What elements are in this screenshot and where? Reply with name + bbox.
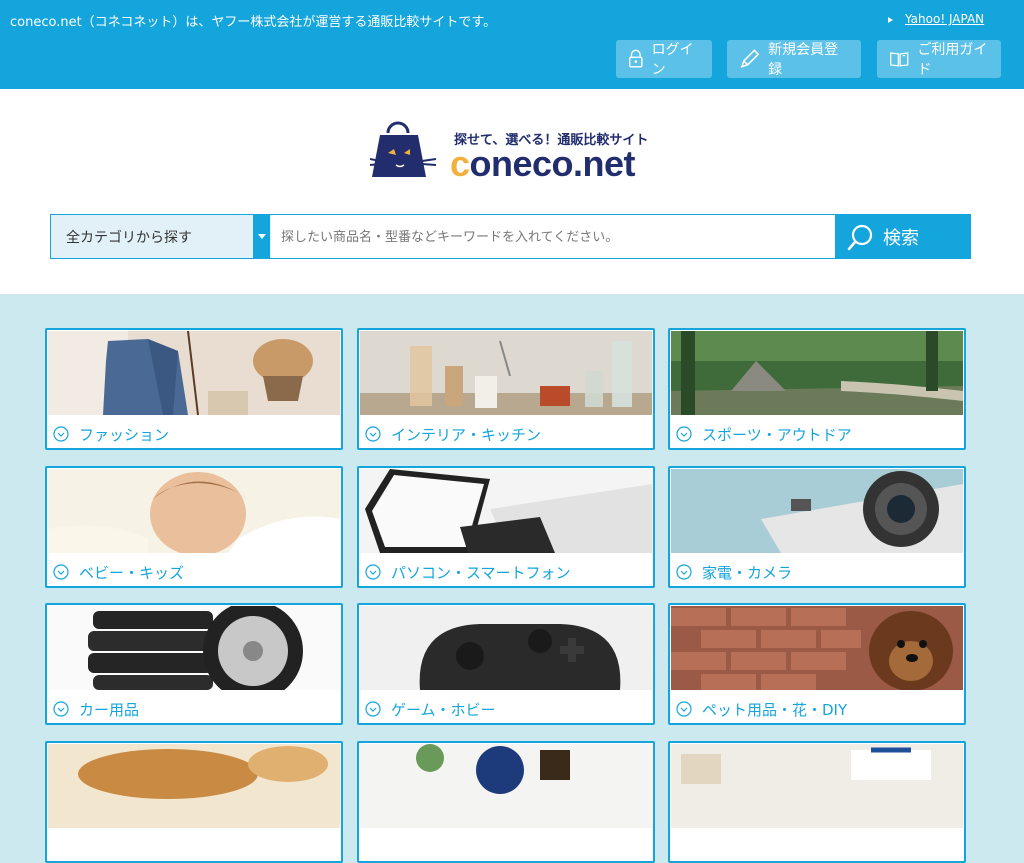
yahoo-japan-link[interactable]: Yahoo! JAPAN (905, 12, 984, 26)
computer-photo (360, 469, 652, 553)
search-button[interactable]: 検索 (835, 215, 970, 258)
category-card-baby[interactable]: ベビー・キッズ (45, 466, 343, 588)
category-card-food[interactable] (45, 741, 343, 863)
triangle-right-icon (888, 17, 893, 23)
category-select-value: 全カテゴリから探す (66, 229, 192, 246)
logo-wordmark: coneco.net (450, 143, 636, 185)
gift-photo (671, 744, 963, 828)
guide-button[interactable]: ご利用ガイド (877, 40, 1001, 78)
chevron-circle-icon (676, 426, 692, 442)
chevron-circle-icon (365, 701, 381, 717)
chevron-circle-icon (53, 426, 69, 442)
logo-wordmark-rest: oneco.net (469, 143, 636, 184)
category-label: ゲーム・ホビー (365, 697, 496, 721)
login-button[interactable]: ログイン (616, 40, 712, 78)
category-card-pet[interactable]: ペット用品・花・DIY (668, 603, 966, 725)
pencil-icon (740, 49, 760, 68)
cat-bag-icon (370, 121, 437, 177)
guide-label: ご利用ガイド (917, 42, 988, 78)
category-label: ファッション (53, 422, 169, 446)
register-label: 新規会員登録 (768, 42, 839, 78)
logo-wordmark-c: c (450, 143, 470, 184)
coneco-logo[interactable]: 探せて、選べる！通販比較サイト coneco.net (370, 117, 650, 185)
category-label-text: スポーツ・アウトドア (702, 425, 852, 444)
chevron-circle-icon (676, 564, 692, 580)
top-bar: coneco.net（コネコネット）は、ヤフー株式会社が運営する通販比較サイトで… (0, 0, 1024, 89)
chevron-circle-icon (676, 701, 692, 717)
category-card-beauty[interactable] (357, 741, 655, 863)
category-label-text: ペット用品・花・DIY (702, 700, 848, 719)
search-icon (847, 224, 873, 250)
kitchen-photo (360, 331, 652, 415)
fashion-photo (48, 331, 340, 415)
register-button[interactable]: 新規会員登録 (727, 40, 861, 78)
category-label: スポーツ・アウトドア (676, 422, 852, 446)
search-input[interactable] (271, 215, 846, 260)
category-card-electronics[interactable]: 家電・カメラ (668, 466, 966, 588)
category-label-text: ゲーム・ホビー (391, 700, 496, 719)
category-card-game[interactable]: ゲーム・ホビー (357, 603, 655, 725)
category-card-pc[interactable]: パソコン・スマートフォン (357, 466, 655, 588)
camera-photo (671, 469, 963, 553)
category-label-text: インテリア・キッチン (391, 425, 542, 444)
category-label: パソコン・スマートフォン (365, 560, 571, 584)
category-label-text: ファッション (79, 425, 170, 444)
category-card-interior[interactable]: インテリア・キッチン (357, 328, 655, 450)
category-select[interactable]: 全カテゴリから探す (51, 215, 271, 258)
dog-photo (671, 606, 963, 690)
category-card-sports[interactable]: スポーツ・アウトドア (668, 328, 966, 450)
chevron-circle-icon (53, 701, 69, 717)
category-card-fashion[interactable]: ファッション (45, 328, 343, 450)
chevron-circle-icon (365, 564, 381, 580)
chevron-circle-icon (53, 564, 69, 580)
category-label-text: パソコン・スマートフォン (391, 563, 571, 582)
category-label: ベビー・キッズ (53, 560, 184, 584)
category-label: インテリア・キッチン (365, 422, 541, 446)
chevron-circle-icon (365, 426, 381, 442)
category-label: ペット用品・花・DIY (676, 697, 847, 721)
site-notice: coneco.net（コネコネット）は、ヤフー株式会社が運営する通販比較サイトで… (10, 15, 497, 30)
login-label: ログイン (651, 42, 694, 78)
category-card-gift[interactable] (668, 741, 966, 863)
category-label-text: ベビー・キッズ (79, 563, 185, 582)
category-label: 家電・カメラ (676, 560, 792, 584)
chevron-down-icon[interactable] (253, 215, 270, 258)
category-label: カー用品 (53, 697, 139, 721)
search-bar: 全カテゴリから探す 検索 (50, 214, 971, 260)
category-label-text: カー用品 (79, 700, 140, 719)
category-card-car[interactable]: カー用品 (45, 603, 343, 725)
gamepad-photo (360, 606, 652, 690)
lock-icon (629, 49, 643, 68)
book-icon (890, 52, 909, 67)
beauty-photo (360, 744, 652, 828)
baby-photo (48, 469, 340, 553)
category-label-text: 家電・カメラ (702, 563, 793, 582)
food-photo (48, 744, 340, 828)
tires-photo (48, 606, 340, 690)
search-button-label: 検索 (883, 227, 919, 249)
camping-photo (671, 331, 963, 415)
